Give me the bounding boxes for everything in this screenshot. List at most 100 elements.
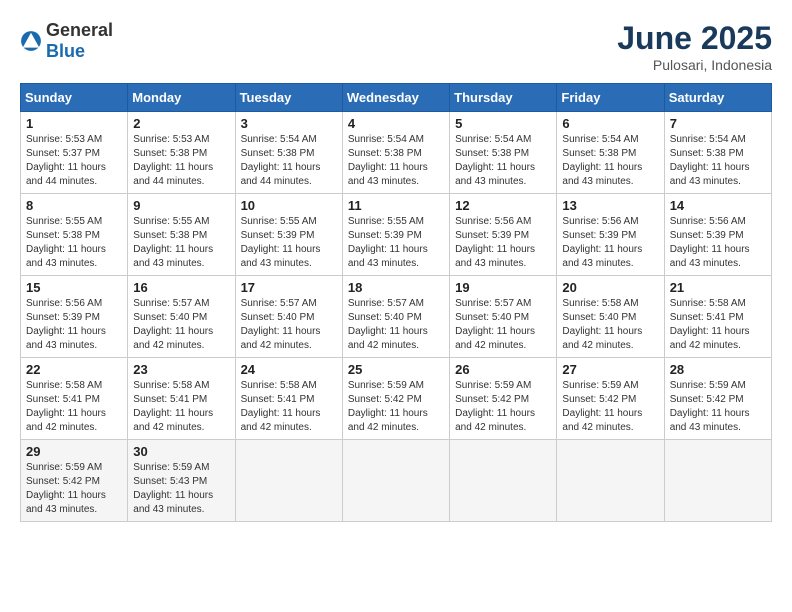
calendar-cell: 21 Sunrise: 5:58 AM Sunset: 5:41 PM Dayl… (664, 276, 771, 358)
day-info: Sunrise: 5:54 AM Sunset: 5:38 PM Dayligh… (455, 133, 551, 189)
day-number: 18 (348, 280, 444, 295)
day-info: Sunrise: 5:55 AM Sunset: 5:38 PM Dayligh… (133, 215, 229, 271)
calendar-table: SundayMondayTuesdayWednesdayThursdayFrid… (20, 83, 772, 522)
weekday-header: Thursday (450, 84, 557, 112)
day-number: 22 (26, 362, 122, 377)
day-info: Sunrise: 5:54 AM Sunset: 5:38 PM Dayligh… (348, 133, 444, 189)
day-info: Sunrise: 5:53 AM Sunset: 5:37 PM Dayligh… (26, 133, 122, 189)
weekday-header: Tuesday (235, 84, 342, 112)
calendar-cell: 28 Sunrise: 5:59 AM Sunset: 5:42 PM Dayl… (664, 358, 771, 440)
weekday-header: Wednesday (342, 84, 449, 112)
day-info: Sunrise: 5:57 AM Sunset: 5:40 PM Dayligh… (455, 297, 551, 353)
calendar-cell: 14 Sunrise: 5:56 AM Sunset: 5:39 PM Dayl… (664, 194, 771, 276)
calendar-cell: 17 Sunrise: 5:57 AM Sunset: 5:40 PM Dayl… (235, 276, 342, 358)
header: General Blue June 2025 Pulosari, Indones… (20, 20, 772, 73)
day-info: Sunrise: 5:57 AM Sunset: 5:40 PM Dayligh… (348, 297, 444, 353)
day-info: Sunrise: 5:58 AM Sunset: 5:41 PM Dayligh… (670, 297, 766, 353)
day-number: 8 (26, 198, 122, 213)
day-info: Sunrise: 5:55 AM Sunset: 5:38 PM Dayligh… (26, 215, 122, 271)
calendar-cell (342, 440, 449, 522)
day-number: 12 (455, 198, 551, 213)
weekday-header: Monday (128, 84, 235, 112)
weekday-header: Sunday (21, 84, 128, 112)
calendar-week-row: 29 Sunrise: 5:59 AM Sunset: 5:42 PM Dayl… (21, 440, 772, 522)
day-number: 13 (562, 198, 658, 213)
day-info: Sunrise: 5:59 AM Sunset: 5:42 PM Dayligh… (348, 379, 444, 435)
day-info: Sunrise: 5:59 AM Sunset: 5:42 PM Dayligh… (670, 379, 766, 435)
day-number: 11 (348, 198, 444, 213)
day-number: 20 (562, 280, 658, 295)
calendar-cell (450, 440, 557, 522)
logo-icon (20, 30, 42, 52)
calendar-cell: 4 Sunrise: 5:54 AM Sunset: 5:38 PM Dayli… (342, 112, 449, 194)
day-number: 19 (455, 280, 551, 295)
weekday-header: Saturday (664, 84, 771, 112)
day-number: 27 (562, 362, 658, 377)
calendar-cell: 19 Sunrise: 5:57 AM Sunset: 5:40 PM Dayl… (450, 276, 557, 358)
logo-text-blue: Blue (46, 41, 85, 61)
calendar-cell (664, 440, 771, 522)
calendar-cell: 18 Sunrise: 5:57 AM Sunset: 5:40 PM Dayl… (342, 276, 449, 358)
day-number: 21 (670, 280, 766, 295)
day-number: 23 (133, 362, 229, 377)
logo-text-general: General (46, 20, 113, 40)
calendar-cell (557, 440, 664, 522)
calendar-cell: 29 Sunrise: 5:59 AM Sunset: 5:42 PM Dayl… (21, 440, 128, 522)
day-info: Sunrise: 5:58 AM Sunset: 5:41 PM Dayligh… (26, 379, 122, 435)
calendar-cell: 16 Sunrise: 5:57 AM Sunset: 5:40 PM Dayl… (128, 276, 235, 358)
calendar-week-row: 1 Sunrise: 5:53 AM Sunset: 5:37 PM Dayli… (21, 112, 772, 194)
day-number: 17 (241, 280, 337, 295)
day-info: Sunrise: 5:55 AM Sunset: 5:39 PM Dayligh… (348, 215, 444, 271)
day-info: Sunrise: 5:59 AM Sunset: 5:42 PM Dayligh… (562, 379, 658, 435)
day-number: 29 (26, 444, 122, 459)
calendar-week-row: 8 Sunrise: 5:55 AM Sunset: 5:38 PM Dayli… (21, 194, 772, 276)
calendar-subtitle: Pulosari, Indonesia (617, 57, 772, 73)
day-number: 4 (348, 116, 444, 131)
calendar-cell: 26 Sunrise: 5:59 AM Sunset: 5:42 PM Dayl… (450, 358, 557, 440)
day-info: Sunrise: 5:58 AM Sunset: 5:41 PM Dayligh… (241, 379, 337, 435)
calendar-cell: 3 Sunrise: 5:54 AM Sunset: 5:38 PM Dayli… (235, 112, 342, 194)
day-number: 24 (241, 362, 337, 377)
calendar-week-row: 15 Sunrise: 5:56 AM Sunset: 5:39 PM Dayl… (21, 276, 772, 358)
calendar-cell: 1 Sunrise: 5:53 AM Sunset: 5:37 PM Dayli… (21, 112, 128, 194)
calendar-cell: 25 Sunrise: 5:59 AM Sunset: 5:42 PM Dayl… (342, 358, 449, 440)
calendar-week-row: 22 Sunrise: 5:58 AM Sunset: 5:41 PM Dayl… (21, 358, 772, 440)
day-number: 3 (241, 116, 337, 131)
day-number: 14 (670, 198, 766, 213)
calendar-cell: 6 Sunrise: 5:54 AM Sunset: 5:38 PM Dayli… (557, 112, 664, 194)
title-area: June 2025 Pulosari, Indonesia (617, 20, 772, 73)
calendar-cell: 22 Sunrise: 5:58 AM Sunset: 5:41 PM Dayl… (21, 358, 128, 440)
day-info: Sunrise: 5:57 AM Sunset: 5:40 PM Dayligh… (241, 297, 337, 353)
day-info: Sunrise: 5:59 AM Sunset: 5:42 PM Dayligh… (455, 379, 551, 435)
calendar-cell: 8 Sunrise: 5:55 AM Sunset: 5:38 PM Dayli… (21, 194, 128, 276)
calendar-cell: 24 Sunrise: 5:58 AM Sunset: 5:41 PM Dayl… (235, 358, 342, 440)
day-info: Sunrise: 5:53 AM Sunset: 5:38 PM Dayligh… (133, 133, 229, 189)
day-info: Sunrise: 5:55 AM Sunset: 5:39 PM Dayligh… (241, 215, 337, 271)
calendar-cell: 10 Sunrise: 5:55 AM Sunset: 5:39 PM Dayl… (235, 194, 342, 276)
day-info: Sunrise: 5:56 AM Sunset: 5:39 PM Dayligh… (455, 215, 551, 271)
calendar-cell: 20 Sunrise: 5:58 AM Sunset: 5:40 PM Dayl… (557, 276, 664, 358)
calendar-title: June 2025 (617, 20, 772, 57)
day-number: 25 (348, 362, 444, 377)
calendar-cell: 15 Sunrise: 5:56 AM Sunset: 5:39 PM Dayl… (21, 276, 128, 358)
day-info: Sunrise: 5:56 AM Sunset: 5:39 PM Dayligh… (562, 215, 658, 271)
day-info: Sunrise: 5:58 AM Sunset: 5:40 PM Dayligh… (562, 297, 658, 353)
weekday-header-row: SundayMondayTuesdayWednesdayThursdayFrid… (21, 84, 772, 112)
day-number: 10 (241, 198, 337, 213)
day-number: 1 (26, 116, 122, 131)
day-number: 9 (133, 198, 229, 213)
day-number: 6 (562, 116, 658, 131)
day-number: 15 (26, 280, 122, 295)
calendar-cell: 5 Sunrise: 5:54 AM Sunset: 5:38 PM Dayli… (450, 112, 557, 194)
calendar-cell: 30 Sunrise: 5:59 AM Sunset: 5:43 PM Dayl… (128, 440, 235, 522)
day-number: 7 (670, 116, 766, 131)
day-number: 16 (133, 280, 229, 295)
day-number: 2 (133, 116, 229, 131)
calendar-cell: 9 Sunrise: 5:55 AM Sunset: 5:38 PM Dayli… (128, 194, 235, 276)
day-number: 28 (670, 362, 766, 377)
calendar-cell: 27 Sunrise: 5:59 AM Sunset: 5:42 PM Dayl… (557, 358, 664, 440)
day-info: Sunrise: 5:59 AM Sunset: 5:43 PM Dayligh… (133, 461, 229, 517)
day-info: Sunrise: 5:56 AM Sunset: 5:39 PM Dayligh… (26, 297, 122, 353)
calendar-cell: 7 Sunrise: 5:54 AM Sunset: 5:38 PM Dayli… (664, 112, 771, 194)
weekday-header: Friday (557, 84, 664, 112)
